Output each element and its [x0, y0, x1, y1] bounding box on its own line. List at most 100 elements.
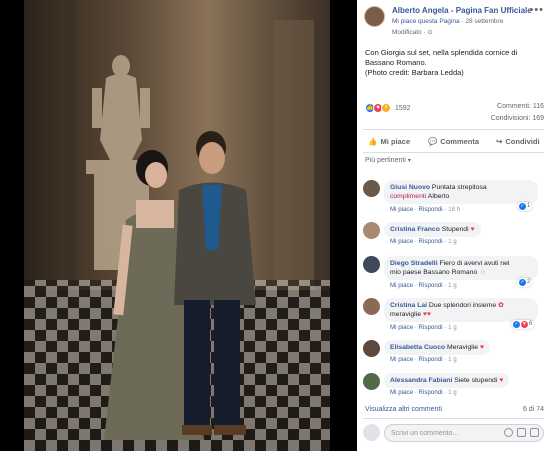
sort-label: Più pertinenti	[365, 157, 406, 164]
page-avatar[interactable]	[364, 6, 385, 27]
commenter-avatar[interactable]	[363, 298, 380, 315]
commenter-avatar[interactable]	[363, 373, 380, 390]
comment-reactions-badge[interactable]: ✓ 2	[517, 278, 533, 287]
comment-time[interactable]: 1 g	[448, 324, 457, 331]
share-button-label: Condividi	[505, 136, 540, 146]
thumbs-up-icon: 👍	[368, 136, 378, 146]
more-options-icon[interactable]: •••	[529, 4, 544, 16]
comment-bubble: Cristina Franco Stupendi ♥	[384, 222, 481, 237]
commenter-avatar[interactable]	[363, 340, 380, 357]
comment-actions: Mi piace · Rispondi · 1 g	[390, 389, 457, 396]
share-button[interactable]: ↪ Condividi	[486, 133, 550, 149]
comment-button-label: Commenta	[440, 136, 480, 146]
divider	[363, 418, 544, 419]
comments-count[interactable]: Commenti: 116	[497, 103, 544, 110]
comment-text-cont: Alberto	[427, 193, 450, 200]
comment-like-link[interactable]: Mi piace	[390, 324, 413, 331]
comment-sort-dropdown[interactable]: Più pertinenti ▾	[365, 157, 411, 164]
comment-like-link[interactable]: Mi piace	[390, 282, 413, 289]
divider	[363, 152, 544, 153]
input-tools	[504, 428, 539, 437]
commenter-name[interactable]: Giusi Nuovo	[390, 184, 430, 191]
comment-item: Diego Stradelli Fiero di avervi avuti ne…	[363, 256, 547, 292]
sticker-icon[interactable]	[530, 428, 539, 437]
commenter-name[interactable]: Elisabetta Cuoco	[390, 344, 445, 351]
comment-bubble: Elisabetta Cuoco Meraviglie ♥	[384, 340, 490, 355]
comment-button[interactable]: 💬 Commenta	[421, 133, 485, 149]
reaction-summary[interactable]: 👍 ♥ • 1592	[365, 102, 411, 114]
caret-down-icon: ▾	[407, 158, 411, 164]
photo-scene	[24, 0, 330, 451]
comment-time[interactable]: 18 h	[448, 206, 460, 213]
post-header: Alberto Angela - Pagina Fan Ufficiale Mi…	[357, 0, 550, 40]
comment-like-link[interactable]: Mi piace	[390, 238, 413, 245]
comment-bubble: Giusi Nuovo Puntata strepitosa complimen…	[384, 180, 538, 204]
comment-reactions-badge[interactable]: ✓ ♥ 6	[511, 320, 535, 329]
camera-icon[interactable]	[517, 428, 526, 437]
heart-emoji-icon: ♥♥	[422, 311, 431, 318]
comment-like-link[interactable]: Mi piace	[390, 389, 413, 396]
post-date[interactable]: 28 settembre	[465, 18, 503, 25]
like-reaction-icon: ✓	[513, 321, 520, 328]
comment-reply-link[interactable]: Rispondi	[419, 206, 443, 213]
comment-text: Fiero di avervi avuti nel	[439, 260, 510, 267]
comment-like-link[interactable]: Mi piace	[390, 356, 413, 363]
commenter-name[interactable]: Alessandra Fabiani	[390, 377, 452, 384]
comment-item: Cristina Franco Stupendi ♥ Mi piace · Ri…	[363, 222, 547, 248]
comment-hashtag[interactable]: complimenti	[390, 193, 426, 200]
comment-reactions-badge[interactable]: ✓ 1	[517, 202, 533, 211]
post-side-panel: Alberto Angela - Pagina Fan Ufficiale Mi…	[357, 0, 550, 451]
comment-item: Cristina Lai Due splendori insieme ✿ mer…	[363, 298, 547, 334]
comment-bubble: Cristina Lai Due splendori insieme ✿ mer…	[384, 298, 538, 322]
emoji-icon[interactable]	[504, 428, 513, 437]
comment-bubble: Diego Stradelli Fiero di avervi avuti ne…	[384, 256, 538, 280]
post-meta: Mi piace questa Pagina · 28 settembre	[392, 18, 503, 25]
comment-bubble: Alessandra Fabiani Siete stupendi ♥	[384, 373, 510, 388]
globe-icon: · ⊙	[423, 29, 433, 36]
comment-text: Puntata strepitosa	[431, 184, 487, 191]
facebook-photo-viewer: Alberto Angela - Pagina Fan Ufficiale Mi…	[0, 0, 550, 451]
comment-time[interactable]: 1 g	[448, 389, 457, 396]
love-reaction-icon: ♥	[521, 321, 528, 328]
comment-input-box[interactable]	[384, 424, 544, 442]
comment-input[interactable]	[391, 429, 501, 437]
comment-text: Siete stupendi	[454, 377, 498, 384]
comment-reply-link[interactable]: Rispondi	[419, 356, 443, 363]
page-like-status[interactable]: Mi piace questa Pagina	[392, 18, 460, 25]
smile-emoji-icon: ☺	[479, 269, 487, 276]
page-name-link[interactable]: Alberto Angela - Pagina Fan Ufficiale	[392, 6, 532, 15]
share-icon: ↪	[496, 136, 503, 146]
post-photo[interactable]	[24, 0, 330, 451]
comment-reply-link[interactable]: Rispondi	[419, 282, 443, 289]
comment-time[interactable]: 1 g	[448, 282, 457, 289]
commenter-avatar[interactable]	[363, 256, 380, 273]
comment-time[interactable]: 1 g	[448, 356, 457, 363]
post-caption: Con Giorgia sul set, nella splendida cor…	[365, 48, 543, 78]
post-edit-status: Modificato · ⊙	[392, 28, 433, 36]
comment-text: Meraviglie	[447, 344, 479, 351]
comment-text: Stupendi	[441, 226, 469, 233]
comment-item: Alessandra Fabiani Siete stupendi ♥ Mi p…	[363, 373, 547, 399]
comment-reply-link[interactable]: Rispondi	[419, 324, 443, 331]
edited-label[interactable]: Modificato	[392, 29, 422, 36]
current-user-avatar	[363, 424, 380, 441]
comment-item: Giusi Nuovo Puntata strepitosa complimen…	[363, 180, 547, 216]
commenter-avatar[interactable]	[363, 222, 380, 239]
comment-like-link[interactable]: Mi piace	[390, 206, 413, 213]
commenter-name[interactable]: Diego Stradelli	[390, 260, 438, 267]
like-button-label: Mi piace	[380, 136, 411, 146]
caption-line: Bassano Romano.	[365, 58, 427, 67]
comment-text-cont: mio paese Bassano Romano	[390, 269, 478, 276]
shares-count[interactable]: Condivisioni: 169	[491, 115, 544, 122]
commenter-name[interactable]: Cristina Franco	[390, 226, 440, 233]
commenter-name[interactable]: Cristina Lai	[390, 302, 427, 309]
caption-line: Con Giorgia sul set, nella splendida cor…	[365, 48, 518, 57]
view-more-comments-link[interactable]: Visualizza altri commenti	[365, 406, 442, 413]
comment-time[interactable]: 1 g	[448, 238, 457, 245]
photo-pane	[0, 0, 357, 451]
like-button[interactable]: 👍 Mi piace	[357, 133, 421, 149]
comment-reply-link[interactable]: Rispondi	[419, 389, 443, 396]
commenter-avatar[interactable]	[363, 180, 380, 197]
comment-reply-link[interactable]: Rispondi	[419, 238, 443, 245]
divider	[363, 129, 544, 130]
